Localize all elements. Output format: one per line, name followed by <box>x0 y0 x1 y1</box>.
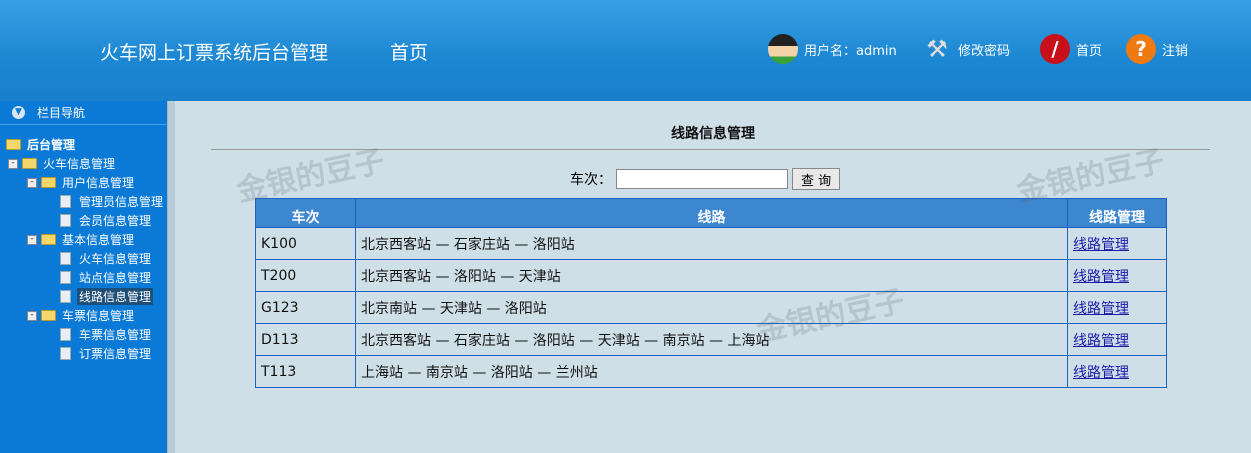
file-icon <box>60 252 71 265</box>
tree-root[interactable]: 后台管理 <box>0 135 167 154</box>
train-cell: D113 <box>255 323 356 356</box>
tree-item-member[interactable]: 会员信息管理 <box>0 211 167 230</box>
table-row: K100 北京西客站 — 石家庄站 — 洛阳站 线路管理 <box>255 227 1167 260</box>
search-button[interactable]: 查 询 <box>792 168 841 190</box>
username-label: 用户名：admin <box>804 43 897 59</box>
search-label: 车次： <box>570 172 612 188</box>
route-cell: 上海站 — 南京站 — 洛阳站 — 兰州站 <box>355 355 1068 388</box>
collapse-arrow-icon[interactable]: ▼ <box>12 106 25 119</box>
route-manage-link[interactable]: 线路管理 <box>1073 269 1129 285</box>
action-cell: 线路管理 <box>1067 259 1167 292</box>
tree-group-ticket[interactable]: - 车票信息管理 <box>0 306 167 325</box>
title-divider <box>211 149 1210 150</box>
route-cell: 北京西客站 — 石家庄站 — 洛阳站 <box>355 227 1068 260</box>
folder-icon <box>41 310 56 321</box>
route-manage-link[interactable]: 线路管理 <box>1073 237 1129 253</box>
folder-icon <box>6 139 21 150</box>
train-number-input[interactable] <box>616 169 788 189</box>
tree-label: 基本信息管理 <box>62 233 135 247</box>
question-icon: ? <box>1126 34 1156 64</box>
file-icon <box>60 195 71 208</box>
route-manage-link[interactable]: 线路管理 <box>1073 333 1129 349</box>
train-cell: T200 <box>255 259 356 292</box>
folder-icon <box>41 177 56 188</box>
action-cell: 线路管理 <box>1067 291 1167 324</box>
tree-group-basic[interactable]: - 基本信息管理 <box>0 230 167 249</box>
file-icon <box>60 347 71 360</box>
collapse-icon[interactable]: - <box>27 234 37 245</box>
column-header: 车次 <box>255 198 356 228</box>
train-cell: G123 <box>255 291 356 324</box>
table-row: T113 上海站 — 南京站 — 洛阳站 — 兰州站 线路管理 <box>255 355 1167 388</box>
home-button[interactable]: / 首页 <box>1040 34 1102 64</box>
app-title: 火车网上订票系统后台管理 <box>100 42 329 64</box>
user-avatar-icon <box>768 34 798 64</box>
action-cell: 线路管理 <box>1067 323 1167 356</box>
file-icon <box>60 271 71 284</box>
tree-label: 线路信息管理 <box>77 288 154 305</box>
tree-label: 管理员信息管理 <box>79 195 164 209</box>
page-title: 线路信息管理 <box>671 126 755 142</box>
train-cell: T113 <box>255 355 356 388</box>
tree-label: 用户信息管理 <box>62 176 135 190</box>
route-manage-link[interactable]: 线路管理 <box>1073 301 1129 317</box>
table-row: G123 北京南站 — 天津站 — 洛阳站 线路管理 <box>255 291 1167 324</box>
route-manage-link[interactable]: 线路管理 <box>1073 365 1129 381</box>
route-cell: 北京南站 — 天津站 — 洛阳站 <box>355 291 1068 324</box>
route-table: 车次 线路 线路管理 K100 北京西客站 — 石家庄站 — 洛阳站 线路管理 T20… <box>255 198 1167 388</box>
tree-group-user[interactable]: - 用户信息管理 <box>0 173 167 192</box>
tree-item-route[interactable]: 线路信息管理 <box>0 287 167 306</box>
table-row: T200 北京西客站 — 洛阳站 — 天津站 线路管理 <box>255 259 1167 292</box>
route-cell: 北京西客站 — 石家庄站 — 洛阳站 — 天津站 — 南京站 — 上海站 <box>355 323 1068 356</box>
logout-button[interactable]: ? 注销 <box>1126 34 1188 64</box>
sidebar-splitter[interactable] <box>167 101 175 453</box>
action-cell: 线路管理 <box>1067 355 1167 388</box>
tree-label: 会员信息管理 <box>79 214 152 228</box>
change-password-label: 修改密码 <box>958 43 1011 59</box>
column-header: 线路管理 <box>1067 198 1167 228</box>
nav-tree: 后台管理 - 火车信息管理 - 用户信息管理 管理员信息管理 会员信息管理 - 基本信… <box>0 135 167 363</box>
nav-title: 栏目导航 <box>37 106 86 120</box>
home-red-icon: / <box>1040 34 1070 64</box>
collapse-icon[interactable]: - <box>27 310 37 321</box>
action-cell: 线路管理 <box>1067 227 1167 260</box>
folder-icon <box>41 234 56 245</box>
tree-label: 订票信息管理 <box>79 347 152 361</box>
tree-item-admin[interactable]: 管理员信息管理 <box>0 192 167 211</box>
tree-label: 车票信息管理 <box>79 328 152 342</box>
table-row: D113 北京西客站 — 石家庄站 — 洛阳站 — 天津站 — 南京站 — 上海站… <box>255 323 1167 356</box>
tree-label: 火车信息管理 <box>43 157 116 171</box>
tree-item-order[interactable]: 订票信息管理 <box>0 344 167 363</box>
tree-label: 火车信息管理 <box>79 252 152 266</box>
folder-icon <box>22 158 37 169</box>
home-link[interactable]: 首页 <box>390 38 428 65</box>
table-header: 车次 线路 线路管理 <box>255 198 1167 228</box>
route-cell: 北京西客站 — 洛阳站 — 天津站 <box>355 259 1068 292</box>
collapse-icon[interactable]: - <box>8 158 18 169</box>
train-cell: K100 <box>255 227 356 260</box>
logout-label: 注销 <box>1162 43 1189 59</box>
sidebar: ▼ 栏目导航 后台管理 - 火车信息管理 - 用户信息管理 管理员信息管理 会员信息… <box>0 101 167 453</box>
home-button-label: 首页 <box>1076 43 1103 59</box>
tree-label: 站点信息管理 <box>79 271 152 285</box>
tree-group-train[interactable]: - 火车信息管理 <box>0 154 167 173</box>
tools-icon: ⚒ <box>926 35 948 63</box>
tree-item-ticket[interactable]: 车票信息管理 <box>0 325 167 344</box>
search-bar: 车次： 查 询 <box>570 168 841 190</box>
column-header: 线路 <box>355 198 1068 228</box>
file-icon <box>60 290 71 303</box>
header: 火车网上订票系统后台管理 首页 用户名：admin ⚒ 修改密码 / 首页 ? … <box>0 0 1251 101</box>
collapse-icon[interactable]: - <box>27 177 37 188</box>
user-info: 用户名：admin <box>768 34 897 64</box>
change-password-button[interactable]: ⚒ 修改密码 <box>922 34 1010 64</box>
main-content: 线路信息管理 车次： 查 询 车次 线路 线路管理 K100 北京西客站 — 石家… <box>175 101 1251 453</box>
file-icon <box>60 214 71 227</box>
tree-label: 后台管理 <box>27 138 76 152</box>
file-icon <box>60 328 71 341</box>
tree-label: 车票信息管理 <box>62 309 135 323</box>
tree-item-train[interactable]: 火车信息管理 <box>0 249 167 268</box>
nav-header: ▼ 栏目导航 <box>0 101 167 125</box>
tree-item-station[interactable]: 站点信息管理 <box>0 268 167 287</box>
